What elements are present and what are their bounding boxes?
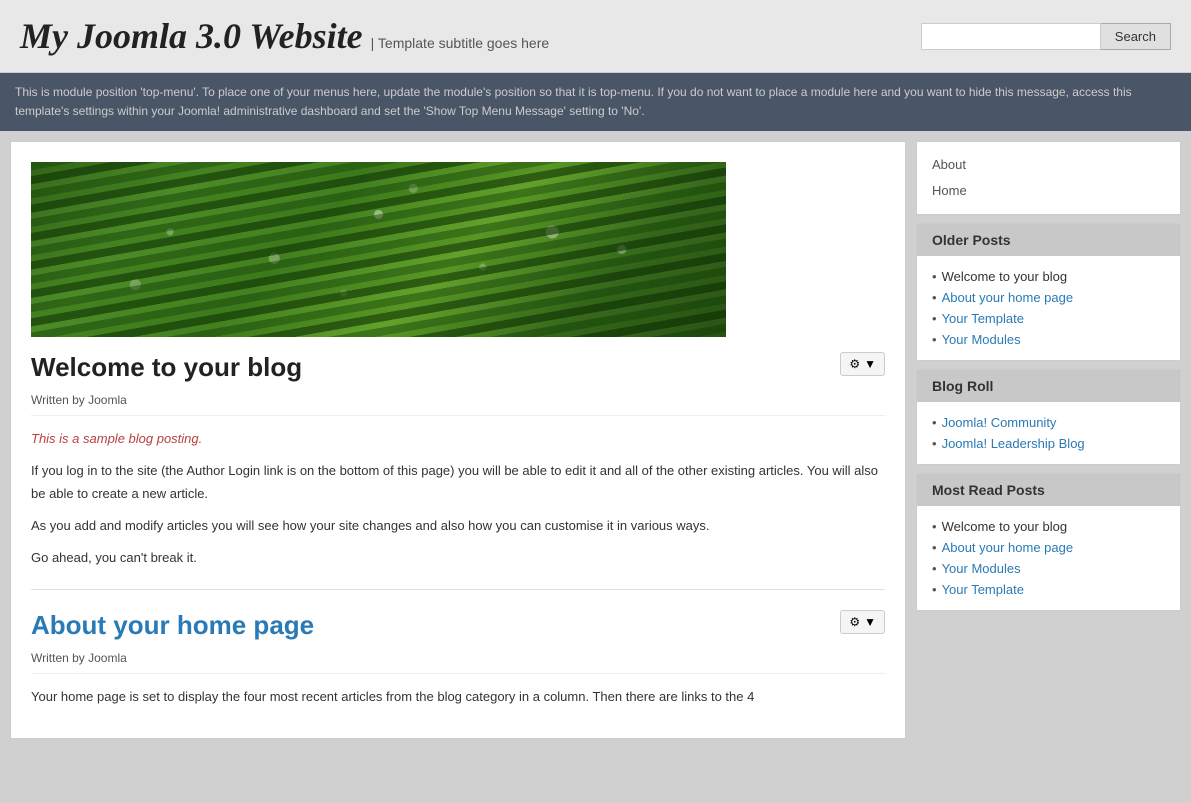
older-post-item-2[interactable]: About your home page [942,290,1074,305]
most-read-item-3[interactable]: Your Modules [942,561,1021,576]
top-menu-bar: This is module position 'top-menu'. To p… [0,73,1191,131]
most-read-item-2[interactable]: About your home page [942,540,1074,555]
blog-roll-body: Joomla! Community Joomla! Leadership Blo… [917,402,1180,464]
older-post-item-1: Welcome to your blog [942,269,1068,284]
list-item: Your Template [932,579,1165,600]
article-2-title[interactable]: About your home page [31,610,885,641]
sidebar-nav: About Home [916,141,1181,215]
site-title: My Joomla 3.0 Website [20,15,363,57]
site-subtitle: | Template subtitle goes here [371,35,550,51]
list-item: About your home page [932,287,1165,308]
article-1-line-3: As you add and modify articles you will … [31,515,885,537]
article-1-line-4: Go ahead, you can't break it. [31,547,885,569]
blog-roll-header: Blog Roll [917,370,1180,402]
sidebar: About Home Older Posts Welcome to your b… [916,141,1181,739]
list-item: Your Modules [932,329,1165,350]
article-1-title: Welcome to your blog [31,352,885,383]
most-read-header: Most Read Posts [917,474,1180,506]
sidebar-blog-roll: Blog Roll Joomla! Community Joomla! Lead… [916,369,1181,465]
article-2-gear-button[interactable]: ⚙ ▼ [840,610,885,634]
older-post-item-3[interactable]: Your Template [942,311,1024,326]
hero-image [31,162,726,337]
sidebar-older-posts: Older Posts Welcome to your blog About y… [916,223,1181,361]
older-posts-body: Welcome to your blog About your home pag… [917,256,1180,360]
most-read-item-4[interactable]: Your Template [942,582,1024,597]
sidebar-nav-home[interactable]: Home [932,178,1165,204]
list-item: Your Modules [932,558,1165,579]
search-button[interactable]: Search [1101,23,1171,50]
page-layout: ⚙ ▼ Welcome to your blog Written by Joom… [0,131,1191,749]
list-item: About your home page [932,537,1165,558]
article-divider [31,589,885,590]
older-post-item-4[interactable]: Your Modules [942,332,1021,347]
article-1-body: This is a sample blog posting. If you lo… [31,428,885,568]
most-read-item-1: Welcome to your blog [942,519,1068,534]
gear-icon: ⚙ [849,357,860,371]
article-1-line-2: If you log in to the site (the Author Lo… [31,460,885,504]
search-input[interactable] [921,23,1101,50]
top-menu-message: This is module position 'top-menu'. To p… [15,85,1132,118]
sidebar-most-read: Most Read Posts Welcome to your blog Abo… [916,473,1181,611]
older-posts-list: Welcome to your blog About your home pag… [932,266,1165,350]
sidebar-nav-about[interactable]: About [932,152,1165,178]
list-item: Joomla! Leadership Blog [932,433,1165,454]
most-read-body: Welcome to your blog About your home pag… [917,506,1180,610]
blog-roll-list: Joomla! Community Joomla! Leadership Blo… [932,412,1165,454]
gear-dropdown-icon-2: ▼ [864,615,876,629]
header-left: My Joomla 3.0 Website | Template subtitl… [20,15,549,57]
list-item: Welcome to your blog [932,266,1165,287]
gear-dropdown-icon: ▼ [864,357,876,371]
article-1: ⚙ ▼ Welcome to your blog Written by Joom… [31,162,885,568]
list-item: Joomla! Community [932,412,1165,433]
most-read-list: Welcome to your blog About your home pag… [932,516,1165,600]
older-posts-header: Older Posts [917,224,1180,256]
blog-roll-item-1[interactable]: Joomla! Community [942,415,1057,430]
gear-icon-2: ⚙ [849,615,860,629]
main-content: ⚙ ▼ Welcome to your blog Written by Joom… [10,141,906,739]
article-2-body: Your home page is set to display the fou… [31,686,885,708]
article-1-meta: Written by Joomla [31,393,885,416]
list-item: Welcome to your blog [932,516,1165,537]
article-2: ⚙ ▼ About your home page Written by Joom… [31,610,885,708]
blog-roll-item-2[interactable]: Joomla! Leadership Blog [942,436,1085,451]
article-2-meta: Written by Joomla [31,651,885,674]
article-1-line-1: This is a sample blog posting. [31,428,885,450]
article-1-gear-button[interactable]: ⚙ ▼ [840,352,885,376]
article-2-line-1: Your home page is set to display the fou… [31,686,885,708]
site-header: My Joomla 3.0 Website | Template subtitl… [0,0,1191,73]
list-item: Your Template [932,308,1165,329]
header-search: Search [921,23,1171,50]
